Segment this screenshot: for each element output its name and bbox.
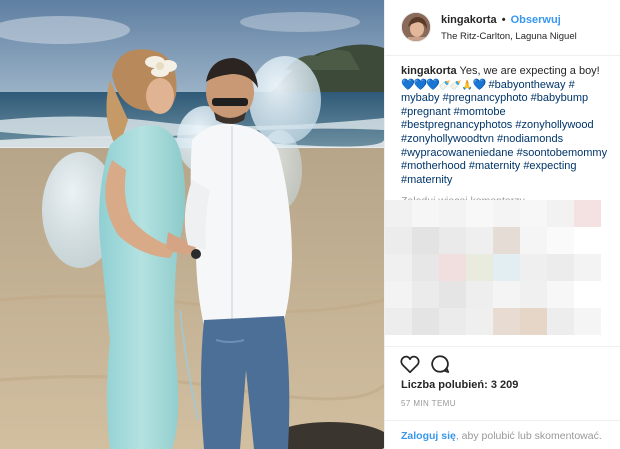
post-image [0, 0, 384, 449]
hashtag-link[interactable]: #maternity [469, 160, 520, 172]
hashtag-link[interactable]: #babyontheway [488, 79, 565, 91]
hashtag-link[interactable]: #bestpregnancyphotos [401, 119, 512, 131]
username-link[interactable]: kingakorta [441, 14, 497, 26]
post-actions: Liczba polubień: 3 209 57 MIN TEMU [385, 346, 620, 426]
login-prompt-text: , aby polubić lub skomentować. [455, 430, 602, 442]
blue-heart-emoji: 💙 [472, 78, 487, 91]
hashtag-link[interactable]: #pregnant [401, 106, 451, 118]
hashtag-link[interactable]: #nodiamonds [497, 133, 563, 145]
hashtag-link[interactable]: #pregnancyphoto [443, 92, 528, 104]
hashtag-link[interactable]: #maternity [401, 174, 452, 186]
blue-heart-emojis: 💙💙💙 [401, 78, 440, 91]
hashtag-link[interactable]: #soontobemommy [517, 147, 608, 159]
avatar[interactable] [401, 12, 431, 42]
follow-button[interactable]: Obserwuj [511, 14, 561, 26]
post-header: kingakorta • Obserwuj The Ritz-Carlton, … [385, 0, 620, 56]
hashtag-link[interactable]: #expecting [523, 160, 576, 172]
hashtag-link[interactable]: # [569, 79, 575, 91]
avatar-image [402, 13, 430, 41]
pixelated-comments-area [385, 200, 620, 340]
likes-count[interactable]: Liczba polubień: 3 209 [401, 379, 518, 391]
hashtag-link[interactable]: #momtobe [454, 106, 506, 118]
location-link[interactable]: The Ritz-Carlton, Laguna Niguel [441, 31, 577, 42]
login-prompt: Zaloguj się, aby polubić lub skomentować… [385, 420, 620, 449]
hashtag-link[interactable]: #wypracowaneniedane [401, 147, 514, 159]
hashtag-link[interactable]: mybaby [401, 92, 440, 104]
hashtag-link[interactable]: #zonyhollywood [515, 119, 593, 131]
heart-icon[interactable] [399, 353, 421, 375]
separator-dot: • [501, 14, 506, 26]
post-timestamp: 57 MIN TEMU [401, 399, 456, 408]
bottle-pray-emojis: 🍼🍼🙏 [439, 79, 473, 90]
post-photo[interactable] [0, 0, 384, 449]
hashtag-link[interactable]: #babybump [531, 92, 589, 104]
post-side-panel: kingakorta • Obserwuj The Ritz-Carlton, … [384, 0, 620, 449]
username-row: kingakorta • Obserwuj [441, 14, 561, 26]
caption-text: Yes, we are expecting a boy! [459, 65, 600, 77]
hashtag-link[interactable]: #motherhood [401, 160, 466, 172]
comment-icon[interactable] [429, 353, 451, 375]
post-caption: kingakorta Yes, we are expecting a boy! … [401, 65, 613, 187]
caption-username[interactable]: kingakorta [401, 65, 457, 77]
login-link[interactable]: Zaloguj się [401, 430, 456, 442]
hashtag-link[interactable]: #zonyhollywoodtvn [401, 133, 494, 145]
